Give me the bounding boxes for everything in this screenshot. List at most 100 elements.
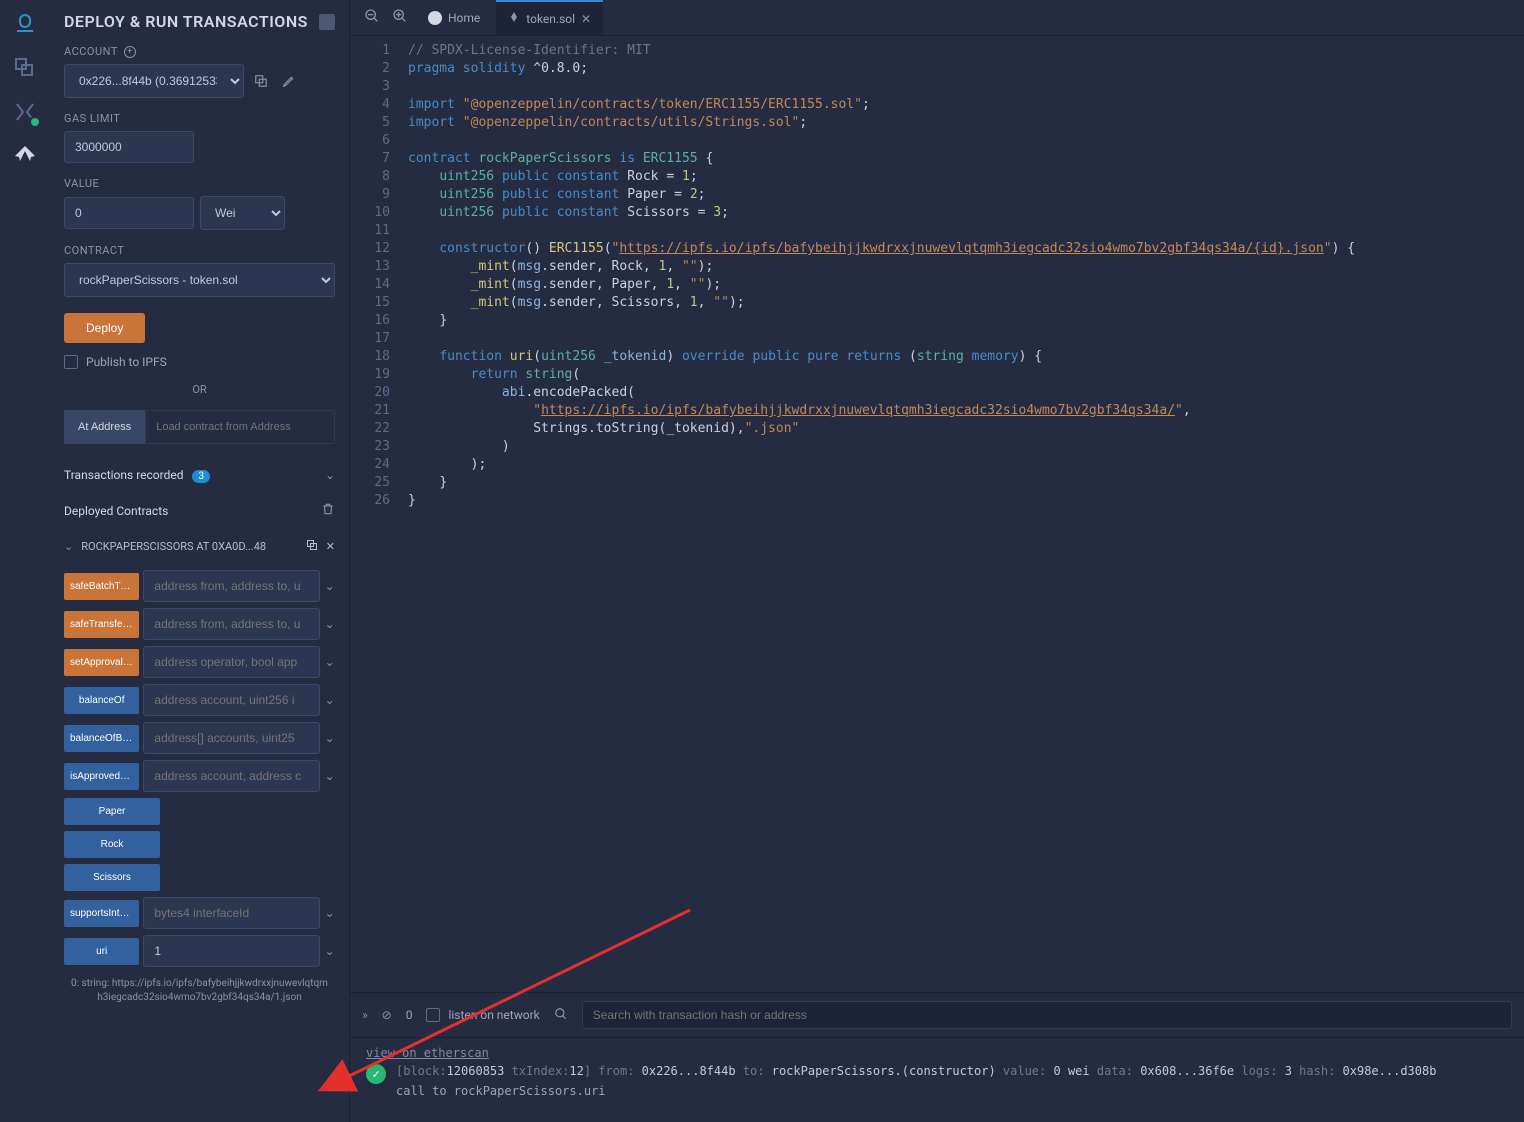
- chevron-down-icon[interactable]: ⌄: [325, 468, 335, 482]
- compiler-icon[interactable]: [13, 100, 37, 124]
- tx-search-input[interactable]: [582, 1001, 1512, 1029]
- chevron-down-icon[interactable]: ⌄: [324, 906, 335, 920]
- success-icon: ✓: [366, 1064, 386, 1084]
- solidity-file-icon: [508, 11, 520, 26]
- value-unit-select[interactable]: Wei: [200, 196, 285, 230]
- chevron-down-icon[interactable]: ⌄: [324, 769, 335, 783]
- panel-title: DEPLOY & RUN TRANSACTIONS: [64, 12, 335, 31]
- deploy-button[interactable]: Deploy: [64, 313, 145, 343]
- edit-account-icon[interactable]: [278, 70, 300, 92]
- clear-icon[interactable]: ⊘: [382, 1008, 392, 1022]
- publish-ipfs-checkbox[interactable]: [64, 355, 78, 369]
- at-address-button[interactable]: At Address: [64, 410, 145, 444]
- copy-account-icon[interactable]: [250, 70, 272, 92]
- code-content[interactable]: // SPDX-License-Identifier: MITpragma so…: [400, 36, 1524, 992]
- zoom-out-icon[interactable]: [360, 4, 384, 31]
- tab-bar: Home token.sol ✕: [350, 0, 1524, 36]
- function-list: safeBatchTran...⌄safeTransferFr...⌄setAp…: [64, 570, 335, 967]
- fn-row: balanceOf ⌄: [64, 684, 335, 716]
- line-gutter: 1234567891011121314151617181920212223242…: [350, 36, 400, 992]
- fn-args-input[interactable]: [143, 608, 320, 640]
- fn-row: isApprovedFor... ⌄: [64, 760, 335, 792]
- value-input[interactable]: [64, 197, 194, 229]
- chevron-down-icon[interactable]: ⌄: [64, 540, 73, 553]
- search-icon[interactable]: [554, 1007, 568, 1024]
- load-address-input[interactable]: [145, 410, 335, 444]
- remix-logo-icon[interactable]: [13, 12, 37, 36]
- fn-button[interactable]: safeBatchTran...: [64, 573, 139, 600]
- pending-count: 0: [406, 1008, 413, 1022]
- listen-checkbox[interactable]: [426, 1008, 440, 1022]
- fn-button[interactable]: uri: [64, 938, 139, 965]
- chevron-down-icon[interactable]: ⌄: [324, 655, 335, 669]
- deployed-contracts-row: Deployed Contracts: [64, 492, 335, 529]
- tx-recorded-row[interactable]: Transactions recorded 3 ⌄: [64, 458, 335, 492]
- fn-row: balanceOfBatch ⌄: [64, 722, 335, 754]
- home-icon: [428, 11, 442, 25]
- fn-row: setApprovalFo... ⌄: [64, 646, 335, 678]
- tx-log-line: [block:12060853 txIndex:12] from: 0x226.…: [396, 1064, 1436, 1078]
- close-tab-icon[interactable]: ✕: [581, 12, 591, 26]
- contract-select[interactable]: rockPaperScissors - token.sol: [64, 263, 335, 297]
- fn-row: Paper: [64, 798, 335, 825]
- fn-args-input[interactable]: [143, 897, 320, 929]
- code-editor[interactable]: 1234567891011121314151617181920212223242…: [350, 36, 1524, 992]
- fn-row: Rock: [64, 831, 335, 858]
- uri-result: 0: string: https://ipfs.io/ipfs/bafybeih…: [64, 977, 335, 1005]
- chevron-down-icon[interactable]: ⌄: [324, 944, 335, 958]
- etherscan-link[interactable]: view on etherscan: [366, 1046, 489, 1060]
- listen-network-toggle[interactable]: listen on network: [426, 1008, 539, 1022]
- close-icon[interactable]: ✕: [326, 540, 335, 553]
- contract-label: CONTRACT: [64, 244, 335, 257]
- account-select[interactable]: 0x226...8f44b (0.36912533: [64, 64, 244, 98]
- fn-args-input[interactable]: [143, 684, 320, 716]
- fn-button[interactable]: balanceOf: [64, 687, 139, 714]
- fn-row: uri ⌄: [64, 935, 335, 967]
- file-explorer-icon[interactable]: [13, 56, 37, 80]
- tab-home[interactable]: Home: [416, 0, 492, 35]
- trash-icon[interactable]: [321, 502, 335, 519]
- fn-row: Scissors: [64, 864, 335, 891]
- value-label: VALUE: [64, 177, 335, 190]
- chevron-down-icon[interactable]: ⌄: [324, 731, 335, 745]
- or-label: OR: [64, 383, 335, 396]
- tx-count-badge: 3: [192, 470, 210, 483]
- fn-args-input[interactable]: [143, 570, 320, 602]
- fn-button[interactable]: balanceOfBatch: [64, 725, 139, 752]
- publish-ipfs-row[interactable]: Publish to IPFS: [64, 355, 335, 369]
- fn-button[interactable]: safeTransferFr...: [64, 611, 139, 638]
- fn-button[interactable]: setApprovalFo...: [64, 649, 139, 676]
- fn-button[interactable]: supportsInterf...: [64, 900, 139, 927]
- add-account-icon[interactable]: +: [124, 46, 136, 58]
- fn-args-input[interactable]: [143, 760, 320, 792]
- fn-row: supportsInterf... ⌄: [64, 897, 335, 929]
- chevron-down-icon[interactable]: ⌄: [324, 617, 335, 631]
- fn-button[interactable]: isApprovedFor...: [64, 763, 139, 790]
- fn-args-input[interactable]: [143, 722, 320, 754]
- chevron-down-icon[interactable]: ⌄: [324, 579, 335, 593]
- deploy-panel: DEPLOY & RUN TRANSACTIONS ACCOUNT + 0x22…: [50, 0, 350, 1122]
- fn-row: safeBatchTran... ⌄: [64, 570, 335, 602]
- fn-args-input[interactable]: [143, 646, 320, 678]
- call-line: call to rockPaperScissors.uri: [396, 1084, 1436, 1098]
- copy-address-icon[interactable]: [306, 539, 318, 554]
- main-area: Home token.sol ✕ 12345678910111213141516…: [350, 0, 1524, 1122]
- deploy-icon[interactable]: [13, 144, 37, 168]
- panel-menu-icon[interactable]: [319, 14, 335, 30]
- fn-button[interactable]: Scissors: [64, 864, 160, 891]
- terminal-toolbar: » ⊘ 0 listen on network: [350, 993, 1524, 1038]
- gas-label: GAS LIMIT: [64, 112, 335, 125]
- fn-row: safeTransferFr... ⌄: [64, 608, 335, 640]
- terminal-body[interactable]: view on etherscan ✓ [block:12060853 txIn…: [350, 1038, 1524, 1122]
- collapse-icon[interactable]: »: [362, 1008, 368, 1022]
- fn-args-input[interactable]: [143, 935, 320, 967]
- fn-button[interactable]: Rock: [64, 831, 160, 858]
- compile-ok-badge: [29, 116, 41, 128]
- gas-input[interactable]: [64, 131, 194, 163]
- fn-button[interactable]: Paper: [64, 798, 160, 825]
- chevron-down-icon[interactable]: ⌄: [324, 693, 335, 707]
- zoom-in-icon[interactable]: [388, 4, 412, 31]
- tab-file[interactable]: token.sol ✕: [496, 0, 603, 35]
- contract-instance-row[interactable]: ⌄ ROCKPAPERSCISSORS AT 0XA0D...48 ✕: [64, 529, 335, 564]
- terminal: » ⊘ 0 listen on network view on ethersca…: [350, 992, 1524, 1122]
